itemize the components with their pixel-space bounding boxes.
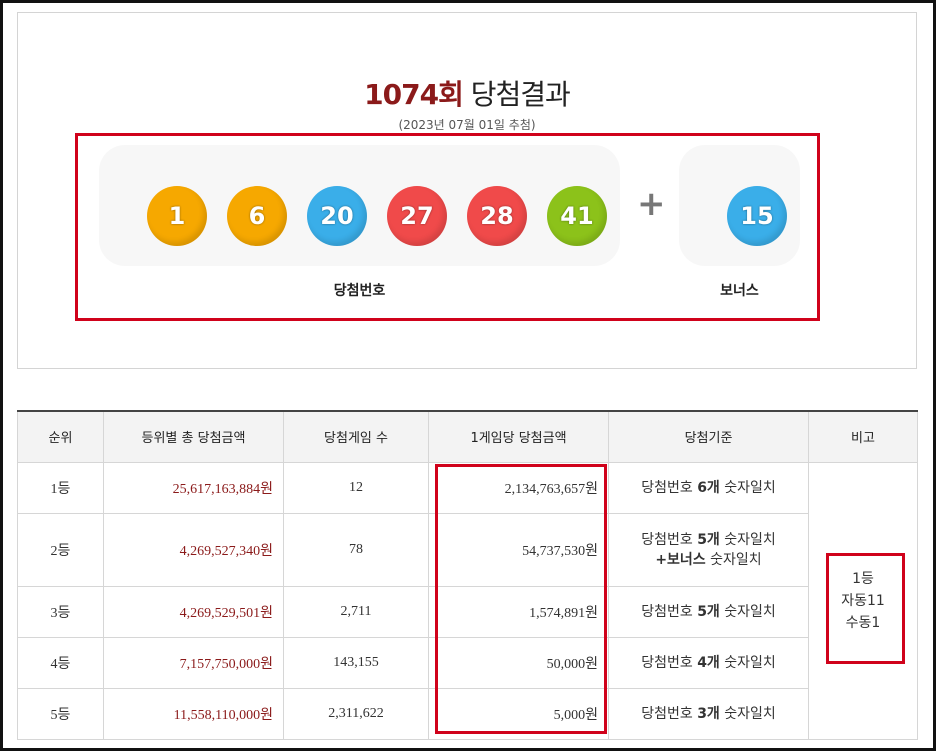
- header-note: 비고: [808, 410, 918, 463]
- winning-games-cell: 2,311,622: [283, 687, 429, 740]
- rank-cell: 5등: [17, 687, 104, 740]
- total-prize-cell: 25,617,163,884원: [103, 461, 284, 514]
- total-prize-cell: 7,157,750,000원: [103, 636, 284, 689]
- round-number: 1074회: [364, 78, 464, 111]
- winning-games-cell: 78: [283, 512, 429, 587]
- criteria-cell: 당첨번호 4개 숫자일치: [608, 636, 809, 689]
- title-suffix: 당첨결과: [470, 78, 571, 111]
- criteria-bonus-suffix: 숫자일치: [705, 551, 762, 568]
- criteria-suffix: 숫자일치: [719, 603, 776, 620]
- total-prize-cell: 4,269,527,340원: [103, 512, 284, 587]
- criteria-bonus: +보너스: [655, 551, 706, 568]
- rank-cell: 3등: [17, 585, 104, 638]
- rank-cell: 4등: [17, 636, 104, 689]
- criteria-cell: 당첨번호 5개 숫자일치: [608, 585, 809, 638]
- criteria-suffix: 숫자일치: [719, 654, 776, 671]
- criteria-text: 당첨번호: [641, 705, 698, 722]
- criteria-cell: 당첨번호 5개 숫자일치 +보너스 숫자일치: [608, 512, 809, 587]
- criteria-count: 5개: [697, 531, 720, 548]
- prize-per-game-highlight-box: [435, 464, 607, 734]
- rank-cell: 2등: [17, 512, 104, 587]
- rank-cell: 1등: [17, 461, 104, 514]
- criteria-suffix: 숫자일치: [719, 479, 776, 496]
- criteria-count: 5개: [697, 603, 720, 620]
- header-total-prize: 등위별 총 당첨금액: [103, 410, 284, 463]
- winning-games-cell: 2,711: [283, 585, 429, 638]
- criteria-count: 3개: [697, 705, 720, 722]
- criteria-text: 당첨번호: [641, 531, 698, 548]
- numbers-highlight-box: [75, 133, 820, 321]
- winning-games-cell: 143,155: [283, 636, 429, 689]
- criteria-cell: 당첨번호 3개 숫자일치: [608, 687, 809, 740]
- criteria-text: 당첨번호: [641, 654, 698, 671]
- winning-games-cell: 12: [283, 461, 429, 514]
- header-winning-games: 당첨게임 수: [283, 410, 429, 463]
- criteria-suffix: 숫자일치: [719, 705, 776, 722]
- note-highlight-box: [826, 553, 905, 664]
- header-rank: 순위: [17, 410, 104, 463]
- criteria-text: 당첨번호: [641, 603, 698, 620]
- criteria-count: 4개: [697, 654, 720, 671]
- total-prize-cell: 4,269,529,501원: [103, 585, 284, 638]
- criteria-text: 당첨번호: [641, 479, 698, 496]
- header-criteria: 당첨기준: [608, 410, 809, 463]
- header-prize-per-game: 1게임당 당첨금액: [428, 410, 609, 463]
- criteria-cell: 당첨번호 6개 숫자일치: [608, 461, 809, 514]
- total-prize-cell: 11,558,110,000원: [103, 687, 284, 740]
- criteria-suffix: 숫자일치: [719, 531, 776, 548]
- criteria-count: 6개: [697, 479, 720, 496]
- table-header-row: 순위 등위별 총 당첨금액 당첨게임 수 1게임당 당첨금액 당첨기준 비고: [17, 410, 918, 463]
- page-title: 1074회 당첨결과: [18, 73, 916, 113]
- draw-date: (2023년 07월 01일 추첨): [398, 118, 536, 132]
